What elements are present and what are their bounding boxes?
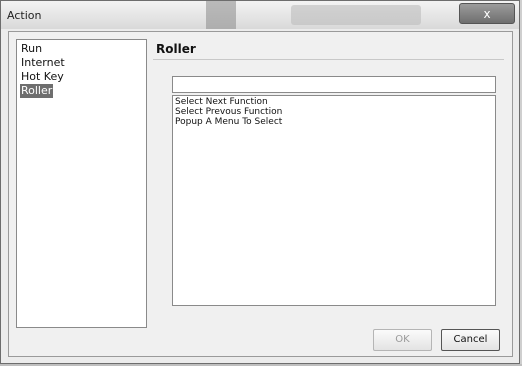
function-list[interactable]: Select Next Function Select Prevous Func… <box>172 95 496 306</box>
category-item-run[interactable]: Run <box>20 42 43 56</box>
function-item-select-next[interactable]: Select Next Function <box>175 97 495 107</box>
function-input[interactable] <box>172 76 496 93</box>
panel-title-divider <box>153 59 504 60</box>
function-item-popup-menu[interactable]: Popup A Menu To Select <box>175 117 495 127</box>
ok-button[interactable]: OK <box>373 329 432 351</box>
close-icon: x <box>483 7 491 21</box>
background-window-fragment <box>206 1 236 29</box>
background-window-fragment <box>291 5 421 25</box>
dialog-body: Run Internet Hot Key Roller Roller Selec… <box>8 31 513 357</box>
window-title: Action <box>7 9 42 22</box>
close-button[interactable]: x <box>459 3 515 24</box>
title-bar[interactable]: Action x <box>1 1 519 29</box>
category-item-hot-key[interactable]: Hot Key <box>20 70 65 84</box>
action-dialog: Action x Run Internet Hot Key Roller Rol… <box>0 0 520 364</box>
cancel-button[interactable]: Cancel <box>441 329 500 351</box>
panel-title: Roller <box>156 42 196 56</box>
function-item-select-previous[interactable]: Select Prevous Function <box>175 107 495 117</box>
category-item-internet[interactable]: Internet <box>20 56 66 70</box>
action-category-list[interactable]: Run Internet Hot Key Roller <box>16 39 147 328</box>
category-item-roller[interactable]: Roller <box>20 84 54 98</box>
